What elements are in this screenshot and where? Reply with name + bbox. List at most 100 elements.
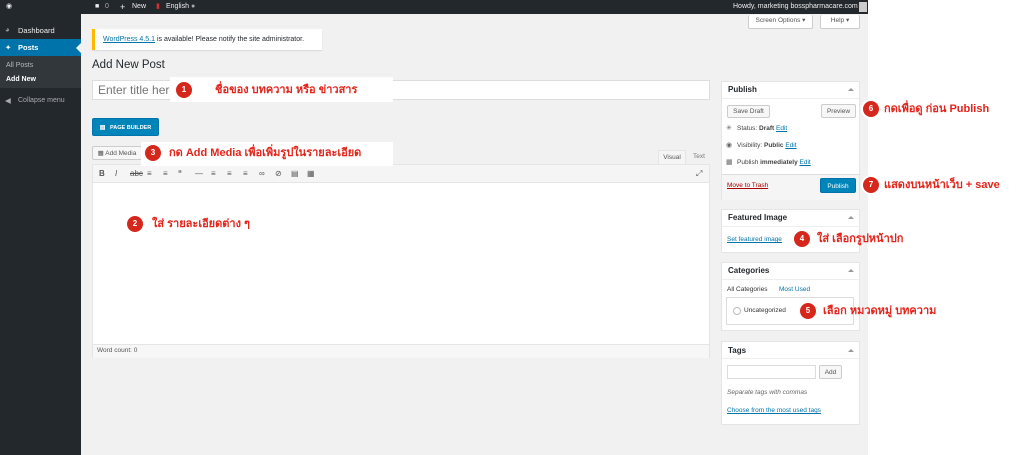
annotation-label: ใส่ รายละเอียดต่าง ๆ	[152, 218, 250, 230]
word-count: Word count: 0	[97, 347, 138, 354]
visibility-value: Public	[763, 142, 784, 149]
publish-schedule: Publish immediately Edit	[737, 159, 811, 166]
strikethrough-icon[interactable]: abc	[130, 169, 143, 178]
tab-text[interactable]: Text	[688, 150, 710, 164]
language-globe-icon: ●	[191, 3, 196, 10]
pin-icon: ✦	[5, 43, 12, 52]
page-builder-button[interactable]: ▤ PAGE BUILDER	[92, 118, 159, 136]
sidebar-item-dashboard[interactable]: ◕ Dashboard	[0, 22, 81, 38]
annotation-label: กดเพื่อดู ก่อน Publish	[884, 103, 990, 115]
add-media-button[interactable]: ▦ Add Media	[92, 146, 142, 160]
flag-icon: ▮	[156, 3, 160, 10]
calendar-icon: ▦	[726, 159, 733, 166]
tags-hint: Separate tags with commas	[727, 389, 808, 396]
update-link[interactable]: WordPress 4.5.1	[103, 36, 155, 43]
schedule-edit-link[interactable]: Edit	[800, 159, 811, 166]
add-media-label: Add Media	[105, 150, 137, 157]
align-right-icon[interactable]: ≡	[243, 169, 248, 178]
annotation-label: ชื่อของ บทความ หรือ ข่าวสาร	[215, 84, 358, 96]
dashboard-icon: ◕	[5, 25, 10, 34]
sidebar-item-label: Dashboard	[18, 26, 55, 35]
preview-button[interactable]: Preview	[821, 104, 856, 118]
bullet-list-icon[interactable]: ≡	[147, 169, 152, 178]
sidebar-item-label: Posts	[18, 43, 39, 52]
annotation-label: แสดงบนหน้าเว็บ + save	[884, 179, 1000, 191]
sidebar-item-posts[interactable]: ✦ Posts	[0, 39, 81, 56]
editor-toolbar	[93, 165, 709, 183]
collapse-arrow-icon[interactable]	[848, 88, 854, 91]
status-value: Draft	[759, 125, 775, 132]
language-menu[interactable]: English	[166, 2, 189, 12]
post-visibility: Visibility: Public Edit	[737, 142, 797, 149]
toolbar-toggle-icon[interactable]: ▦	[307, 169, 315, 178]
italic-icon[interactable]: I	[115, 169, 117, 178]
annotation-label: ใส่ เลือกรูปหน้าปก	[817, 233, 904, 245]
howdy-account[interactable]: Howdy, marketing bosspharmacare.com	[733, 2, 858, 12]
help-label: Help	[830, 17, 845, 24]
visibility-edit-link[interactable]: Edit	[785, 142, 796, 149]
numbered-list-icon[interactable]: ≡	[163, 169, 168, 178]
collapse-icon: ◀	[5, 96, 11, 105]
avatar[interactable]	[859, 2, 867, 12]
collapse-menu-button[interactable]: ◀ Collapse menu	[0, 96, 81, 108]
read-more-icon[interactable]: ▤	[291, 169, 299, 178]
add-tag-button[interactable]: Add	[819, 365, 842, 379]
page-builder-label: PAGE BUILDER	[110, 125, 152, 131]
submenu-all-posts[interactable]: All Posts	[6, 62, 87, 69]
tag-input[interactable]	[727, 365, 816, 379]
plus-icon: +	[120, 2, 126, 12]
status-label: Status:	[737, 125, 760, 132]
category-checkbox[interactable]	[733, 307, 741, 315]
horizontal-line-icon[interactable]: —	[195, 169, 203, 178]
tab-most-used[interactable]: Most Used	[779, 286, 810, 293]
visibility-eye-icon: ◉	[726, 142, 733, 149]
categories-divider	[722, 279, 859, 280]
submenu-add-new[interactable]: Add New	[6, 76, 87, 83]
align-left-icon[interactable]: ≡	[211, 169, 216, 178]
schedule-value: immediately	[760, 159, 798, 166]
new-menu[interactable]: New	[132, 2, 146, 12]
fullscreen-icon[interactable]: ⤢	[696, 169, 702, 179]
annotation-label: เลือก หมวดหมู่ บทความ	[823, 305, 937, 317]
link-icon[interactable]: ∞	[259, 169, 265, 178]
save-draft-button[interactable]: Save Draft	[727, 105, 770, 118]
set-featured-image-link[interactable]: Set featured image	[727, 236, 782, 243]
wordpress-logo-icon[interactable]: ◉	[6, 2, 12, 12]
page-builder-icon: ▤	[99, 125, 106, 131]
tab-all-categories[interactable]: All Categories	[727, 286, 767, 293]
annotation-label: กด Add Media เพื่อเพิ่มรูปในรายละเอียด	[169, 147, 362, 159]
move-to-trash-link[interactable]: Move to Trash	[727, 182, 768, 189]
publish-box-title: Publish	[728, 85, 757, 94]
screen-options-button[interactable]: Screen Options ▾	[748, 15, 813, 29]
media-icon: ▦	[97, 150, 104, 157]
annotation-badge: 4	[794, 231, 810, 247]
schedule-label: Publish	[737, 159, 761, 166]
annotation-badge: 1	[176, 82, 192, 98]
category-uncategorized[interactable]: Uncategorized	[744, 307, 786, 314]
collapse-arrow-icon[interactable]	[848, 349, 854, 352]
collapse-arrow-icon[interactable]	[848, 216, 854, 219]
help-button[interactable]: Help ▾	[820, 15, 860, 29]
blockquote-icon[interactable]: “	[178, 169, 182, 178]
tags-title: Tags	[728, 346, 747, 355]
annotation-badge: 3	[145, 145, 161, 161]
annotation-badge: 6	[863, 101, 879, 117]
status-edit-link[interactable]: Edit	[776, 125, 787, 132]
tab-visual[interactable]: Visual	[658, 150, 686, 164]
publish-button[interactable]: Publish	[820, 178, 856, 193]
editor-body[interactable]	[93, 183, 709, 344]
comments-count[interactable]: 0	[105, 2, 109, 12]
post-status: Status: Draft Edit	[737, 125, 787, 132]
choose-tags-link[interactable]: Choose from the most used tags	[727, 407, 821, 414]
comments-icon[interactable]: ■	[95, 2, 99, 12]
unlink-icon[interactable]: ⊘	[275, 169, 282, 178]
align-center-icon[interactable]: ≡	[227, 169, 232, 178]
visibility-label: Visibility:	[737, 142, 764, 149]
page-title: Add New Post	[92, 59, 165, 71]
featured-divider	[722, 226, 859, 227]
posts-submenu	[0, 56, 81, 88]
screen-options-label: Screen Options	[755, 17, 801, 24]
collapse-arrow-icon[interactable]	[848, 269, 854, 272]
admin-sidebar: ◕ Dashboard ✦ Posts All Posts Add New ◀ …	[0, 14, 81, 455]
bold-icon[interactable]: B	[99, 169, 105, 178]
